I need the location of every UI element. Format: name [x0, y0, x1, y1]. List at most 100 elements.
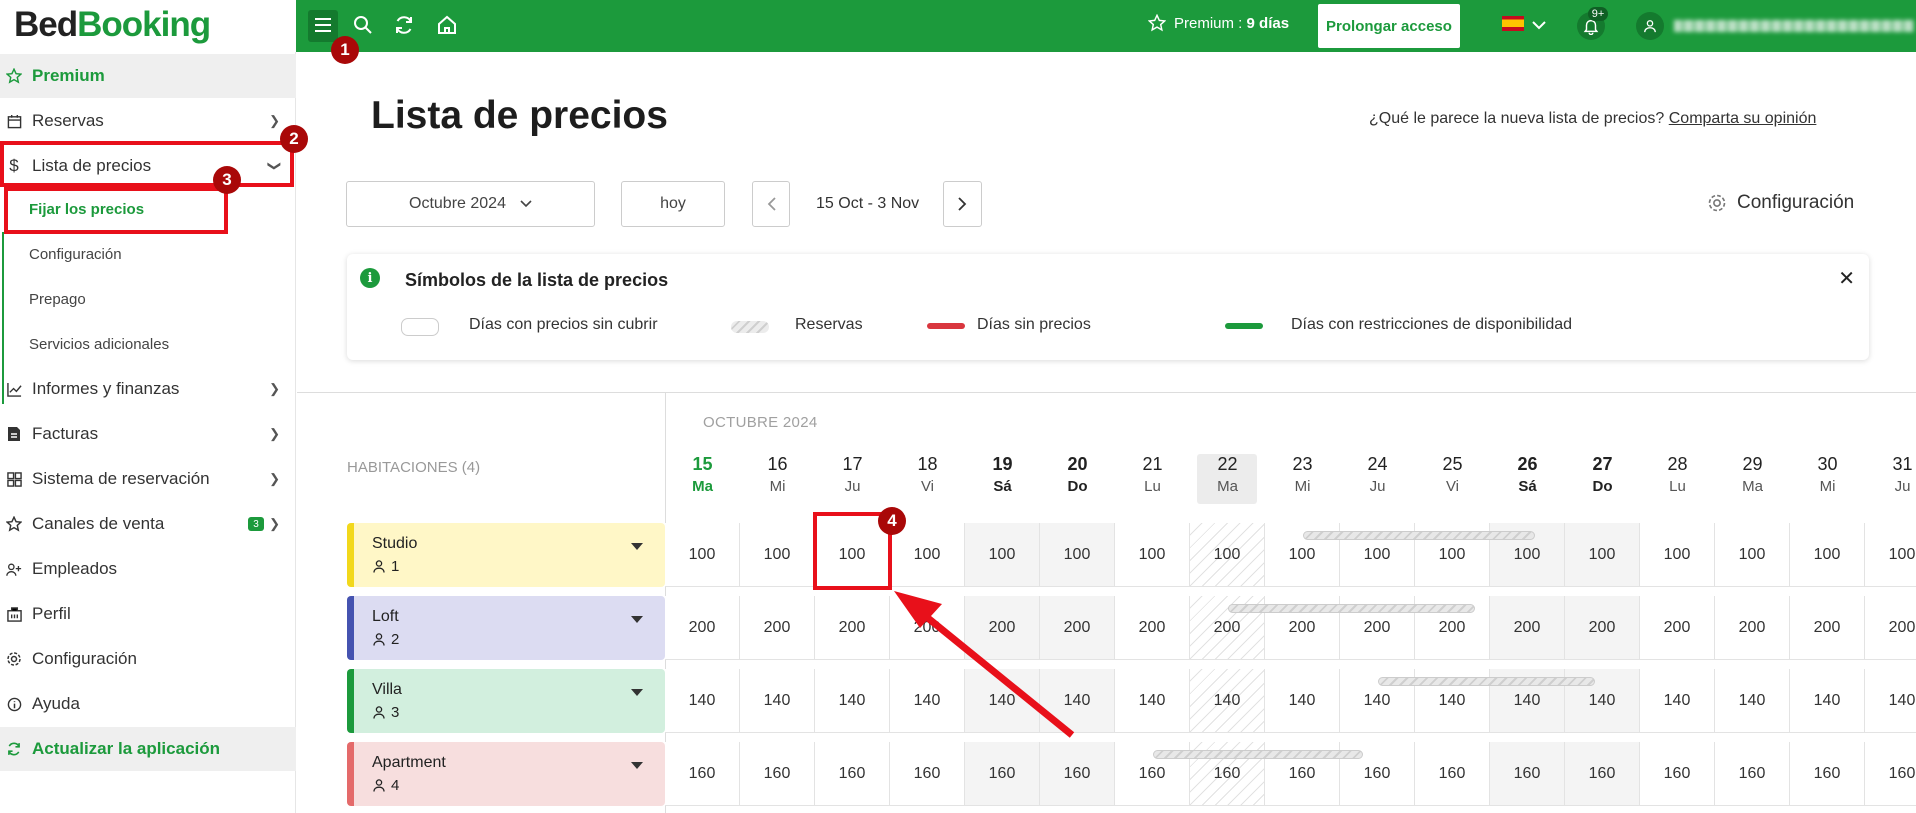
price-cell[interactable]: 200 — [1490, 596, 1565, 660]
premium-status: Premium : 9 días — [1148, 14, 1289, 32]
sidebar-item-informes[interactable]: Informes y finanzas ❯ — [0, 367, 296, 411]
price-cell[interactable]: 140 — [1715, 669, 1790, 733]
username-blurred[interactable] — [1674, 20, 1914, 32]
flag-es-icon[interactable] — [1502, 16, 1524, 31]
price-cell[interactable]: 160 — [890, 742, 965, 806]
expand-room-icon[interactable] — [631, 689, 643, 696]
price-cell[interactable]: 100 — [665, 523, 740, 587]
price-cell[interactable]: 200 — [1865, 596, 1916, 660]
month-select[interactable]: Octubre 2024 — [346, 181, 595, 227]
search-icon[interactable] — [350, 12, 376, 38]
price-cell[interactable]: 140 — [1040, 669, 1115, 733]
room-row[interactable]: Loft 2 — [347, 596, 665, 660]
price-cell[interactable]: 200 — [1115, 596, 1190, 660]
sidebar-item-actualizar[interactable]: Actualizar la aplicación — [0, 727, 296, 771]
logo-text-bed: Bed — [14, 5, 78, 44]
reservation-bar[interactable] — [1227, 604, 1475, 613]
sidebar-item-canales[interactable]: Canales de venta 3 ❯ — [0, 502, 296, 546]
day-name: Mi — [1819, 478, 1836, 495]
sidebar-item-perfil[interactable]: Perfil — [0, 592, 296, 636]
price-cell[interactable]: 160 — [1715, 742, 1790, 806]
price-cell[interactable]: 100 — [890, 523, 965, 587]
price-cell[interactable]: 160 — [1790, 742, 1865, 806]
expand-room-icon[interactable] — [631, 543, 643, 550]
person-icon — [373, 706, 385, 719]
price-cell[interactable]: 100 — [1865, 523, 1916, 587]
price-cell[interactable]: 200 — [1790, 596, 1865, 660]
day-number: 30 — [1817, 454, 1838, 474]
prev-period-button[interactable] — [752, 181, 790, 227]
next-period-button[interactable] — [943, 181, 982, 227]
price-cell[interactable]: 100 — [1190, 523, 1265, 587]
menu-icon[interactable] — [310, 12, 336, 38]
price-cell[interactable]: 140 — [1865, 669, 1916, 733]
price-cell[interactable]: 140 — [1115, 669, 1190, 733]
price-cell[interactable]: 100 — [1040, 523, 1115, 587]
price-cell[interactable]: 100 — [1565, 523, 1640, 587]
sidebar-item-premium[interactable]: Premium — [0, 54, 296, 98]
price-cell[interactable]: 160 — [665, 742, 740, 806]
price-cell[interactable]: 200 — [1715, 596, 1790, 660]
price-cell[interactable]: 160 — [1490, 742, 1565, 806]
price-cell[interactable]: 140 — [740, 669, 815, 733]
price-cell[interactable]: 160 — [1565, 742, 1640, 806]
sidebar-subitem-configuracion[interactable]: Configuración — [29, 246, 122, 263]
person-icon — [373, 560, 385, 573]
price-cell[interactable]: 200 — [1040, 596, 1115, 660]
price-cell[interactable]: 160 — [1415, 742, 1490, 806]
sidebar-item-empleados[interactable]: Empleados — [0, 547, 296, 591]
sidebar-subitem-prepago[interactable]: Prepago — [29, 291, 86, 308]
price-cell[interactable]: 160 — [1040, 742, 1115, 806]
price-cell[interactable]: 140 — [1790, 669, 1865, 733]
today-button[interactable]: hoy — [621, 181, 725, 227]
price-cell[interactable]: 200 — [665, 596, 740, 660]
sidebar-subitem-servicios[interactable]: Servicios adicionales — [29, 336, 169, 353]
expand-room-icon[interactable] — [631, 616, 643, 623]
chevron-down-icon[interactable] — [1526, 12, 1552, 38]
price-cell[interactable]: 100 — [1640, 523, 1715, 587]
price-cell[interactable]: 100 — [1115, 523, 1190, 587]
price-cell[interactable]: 160 — [1640, 742, 1715, 806]
price-cell[interactable]: 100 — [1790, 523, 1865, 587]
sidebar-item-sistema[interactable]: Sistema de reservación ❯ — [0, 457, 296, 501]
price-cell[interactable]: 160 — [740, 742, 815, 806]
app-logo[interactable]: BedBooking — [14, 4, 211, 46]
reservation-bar[interactable] — [1377, 677, 1595, 686]
price-cell[interactable]: 140 — [665, 669, 740, 733]
price-cell[interactable]: 200 — [965, 596, 1040, 660]
price-cell[interactable]: 100 — [965, 523, 1040, 587]
price-cell[interactable]: 160 — [965, 742, 1040, 806]
price-cell[interactable]: 140 — [1640, 669, 1715, 733]
reservation-bar[interactable] — [1302, 531, 1535, 540]
price-cell[interactable]: 100 — [1715, 523, 1790, 587]
user-icon[interactable] — [1636, 12, 1664, 40]
price-cell[interactable]: 200 — [815, 596, 890, 660]
close-icon[interactable]: ✕ — [1838, 266, 1855, 291]
configuration-button[interactable]: Configuración — [1707, 192, 1854, 214]
prolong-access-button[interactable]: Prolongar acceso — [1318, 4, 1460, 48]
room-row[interactable]: Studio 1 — [347, 523, 665, 587]
price-cell[interactable]: 200 — [1640, 596, 1715, 660]
home-icon[interactable] — [434, 12, 460, 38]
opinion-link[interactable]: Comparta su opinión — [1669, 110, 1817, 127]
price-cell[interactable]: 140 — [965, 669, 1040, 733]
room-row[interactable]: Apartment 4 — [347, 742, 665, 806]
reservation-bar[interactable] — [1152, 750, 1363, 759]
sidebar-item-reservas[interactable]: Reservas ❯ — [0, 99, 296, 143]
price-cell[interactable]: 140 — [890, 669, 965, 733]
room-row[interactable]: Villa 3 — [347, 669, 665, 733]
price-cell[interactable]: 140 — [1265, 669, 1340, 733]
price-cell[interactable]: 140 — [815, 669, 890, 733]
price-cell[interactable]: 100 — [740, 523, 815, 587]
sidebar-item-facturas[interactable]: Facturas ❯ — [0, 412, 296, 456]
price-cell[interactable]: 200 — [740, 596, 815, 660]
price-cell[interactable]: 200 — [890, 596, 965, 660]
sidebar-item-configuracion[interactable]: Configuración — [0, 637, 296, 681]
price-cell[interactable]: 200 — [1565, 596, 1640, 660]
sidebar-item-ayuda[interactable]: Ayuda — [0, 682, 296, 726]
price-cell[interactable]: 140 — [1190, 669, 1265, 733]
expand-room-icon[interactable] — [631, 762, 643, 769]
price-cell[interactable]: 160 — [1865, 742, 1916, 806]
price-cell[interactable]: 160 — [815, 742, 890, 806]
refresh-icon[interactable] — [391, 12, 417, 38]
